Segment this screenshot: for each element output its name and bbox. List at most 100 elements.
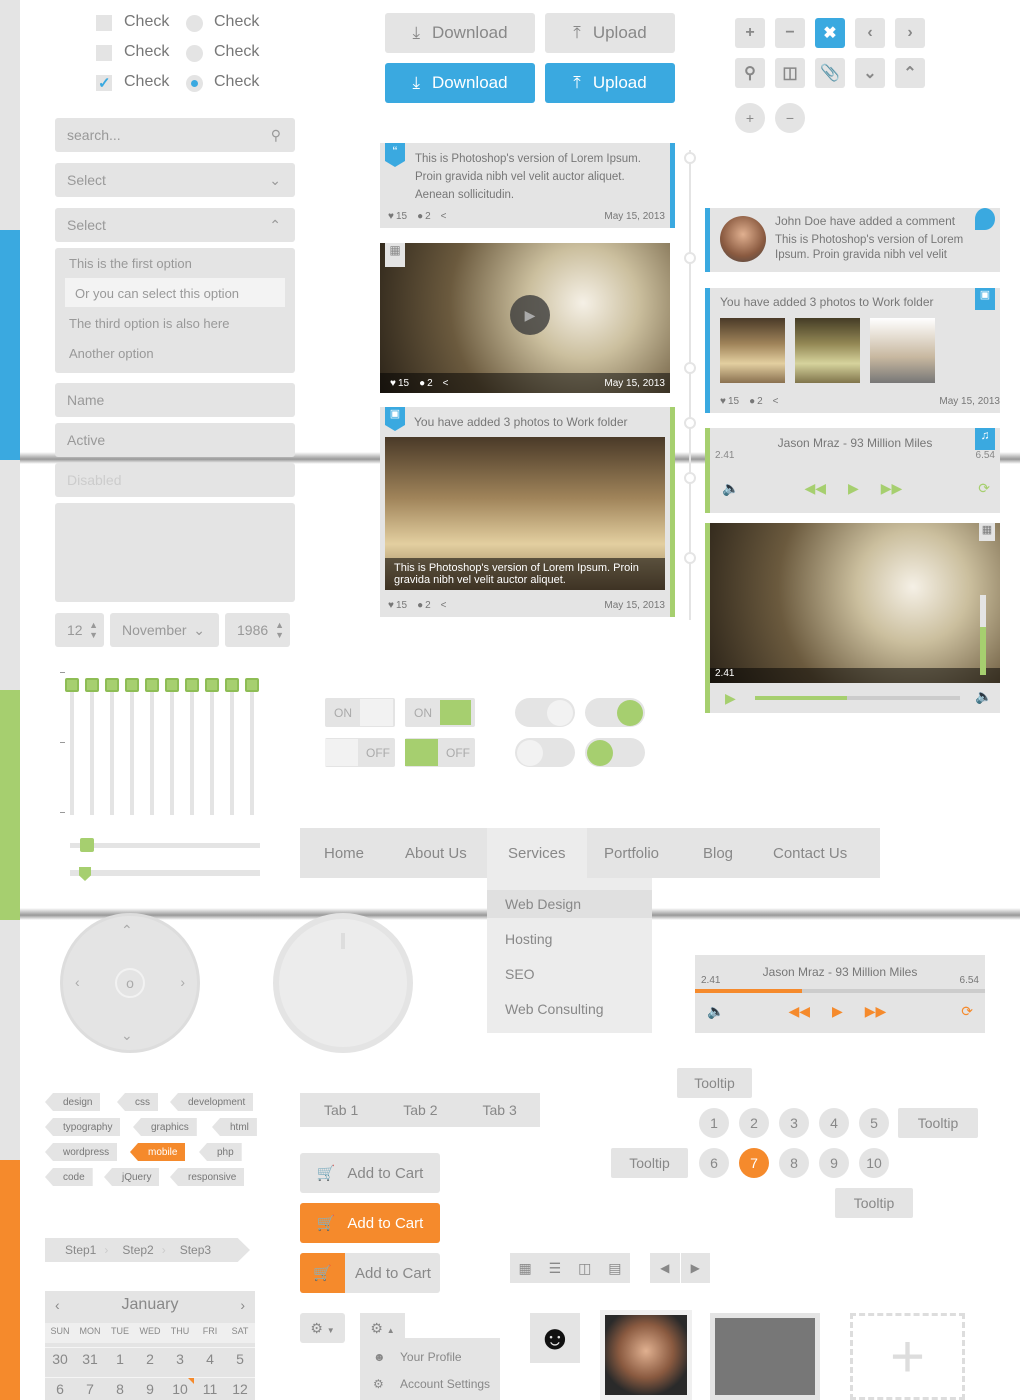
vertical-slider[interactable] [210,680,214,815]
menu-account-settings[interactable]: Account Settings [400,1377,490,1391]
play-icon[interactable]: ▶ [848,480,859,497]
list-view-icon[interactable]: ☰ [549,1260,562,1277]
toggle-on-off[interactable]: ON [325,698,395,727]
volume-icon[interactable]: 🔈 [707,1003,724,1020]
slider-handle[interactable] [145,678,159,692]
search-button[interactable]: ⚲ [735,58,765,88]
minus-button[interactable]: − [775,18,805,48]
play-icon[interactable]: ▶ [725,690,736,707]
slider-handle[interactable] [85,678,99,692]
calendar-day[interactable]: 7 [75,1381,105,1397]
tag[interactable]: wordpress [45,1143,118,1161]
chevron-right-button[interactable]: › [895,18,925,48]
heart-icon[interactable]: ♥ [390,378,396,389]
video-post[interactable]: ▦ ▶ ♥ 15 ● 2 < May 15, 2013 [380,243,670,393]
slider-handle[interactable] [125,678,139,692]
vertical-slider[interactable] [70,680,74,815]
radio-button[interactable] [186,75,203,92]
step-1[interactable]: Step1 [65,1243,96,1257]
tab-2[interactable]: Tab 2 [403,1102,437,1118]
nav-blog[interactable]: Blog [703,845,733,862]
vertical-slider[interactable] [190,680,194,815]
page-button[interactable]: 2 [739,1108,769,1138]
tab-3[interactable]: Tab 3 [483,1102,517,1118]
volume-slider[interactable] [980,595,986,675]
default-avatar-icon[interactable]: ☻ [530,1313,580,1363]
radio-button[interactable] [186,45,203,62]
round-toggle[interactable] [515,698,575,727]
nav-portfolio[interactable]: Portfolio [604,845,659,862]
calendar-day[interactable]: 30 [45,1351,75,1367]
volume-icon[interactable]: 🔈 [722,480,739,497]
vertical-slider[interactable] [230,680,234,815]
heart-icon[interactable]: ♥ [720,396,726,407]
slider-handle[interactable] [105,678,119,692]
checkbox[interactable] [96,45,112,61]
prev-icon[interactable]: ◀ [650,1253,681,1283]
share-icon[interactable]: < [443,378,449,389]
calendar-day[interactable]: 6 [45,1381,75,1397]
comment-icon[interactable]: ● [417,211,423,222]
heart-icon[interactable]: ♥ [388,600,394,611]
radio-button[interactable] [186,15,203,32]
checkbox[interactable]: ✓ [96,75,112,92]
calendar-day[interactable]: 31 [75,1351,105,1367]
nav-services[interactable]: Services [508,845,566,862]
slider-handle[interactable] [225,678,239,692]
next-month-icon[interactable]: › [240,1297,245,1313]
repeat-icon[interactable]: ⟳ [978,480,990,497]
tab-1[interactable]: Tab 1 [324,1102,358,1118]
vertical-slider[interactable] [90,680,94,815]
avatar-placeholder[interactable] [710,1313,820,1400]
upload-avatar-dropzone[interactable]: + [850,1313,965,1400]
page-button[interactable]: 6 [699,1148,729,1178]
avatar[interactable] [720,216,766,262]
comment-icon[interactable]: ● [417,600,423,611]
add-to-cart-button-split[interactable]: 🛒 Add to Cart [300,1253,440,1293]
rewind-icon[interactable]: ◀◀ [788,1003,810,1020]
page-button[interactable]: 3 [779,1108,809,1138]
heart-icon[interactable]: ♥ [388,211,394,222]
slider-handle[interactable] [185,678,199,692]
vertical-slider[interactable] [110,680,114,815]
step-3[interactable]: Step3 [180,1243,211,1257]
slider-handle[interactable] [205,678,219,692]
next-icon[interactable]: ▶ [681,1253,711,1283]
search-input[interactable]: search... ⚲ [55,118,295,152]
calendar-day[interactable]: 4 [195,1351,225,1367]
toggle-on[interactable]: ON [405,698,475,727]
chevron-up-button[interactable]: ⌃ [895,58,925,88]
add-to-cart-button-primary[interactable]: 🛒 Add to Cart [300,1203,440,1243]
rotary-knob[interactable] [273,913,413,1053]
tag[interactable]: responsive [170,1168,245,1186]
columns-view-icon[interactable]: ◫ [578,1260,591,1277]
tag[interactable]: graphics [133,1118,197,1136]
page-button[interactable]: 4 [819,1108,849,1138]
dropdown-item[interactable]: Web Design [505,896,581,912]
page-button[interactable]: 10 [859,1148,889,1178]
calendar-day[interactable]: 12 [225,1381,255,1397]
rewind-icon[interactable]: ◀◀ [804,480,826,497]
share-icon[interactable]: < [441,211,447,222]
paperclip-button[interactable]: 📎 [815,58,845,88]
dpad[interactable]: ⌃ ⌄ ‹ › o [60,913,200,1053]
month-select[interactable]: November ⌄ [110,613,219,647]
gallery-view-icon[interactable]: ▤ [608,1260,621,1277]
arrow-left-icon[interactable]: ‹ [75,974,80,990]
year-stepper[interactable]: 1986 ▲ ▼ [225,613,290,647]
calendar-day[interactable]: 2 [135,1351,165,1367]
textarea[interactable] [55,503,295,602]
chevron-left-button[interactable]: ‹ [855,18,885,48]
share-icon[interactable]: < [441,600,447,611]
volume-icon[interactable]: 🔈 [975,688,992,705]
nav-about[interactable]: About Us [405,845,467,862]
upload-button-primary[interactable]: ⤒ Upload [545,63,675,103]
calendar-day[interactable]: 5 [225,1351,255,1367]
grid-view-icon[interactable]: ▦ [518,1260,531,1277]
page-button[interactable]: 9 [819,1148,849,1178]
slider-handle[interactable] [245,678,259,692]
upload-button[interactable]: ⤒ Upload [545,13,675,53]
forward-icon[interactable]: ▶▶ [881,480,903,497]
center-button[interactable]: o [115,968,145,998]
slider-handle[interactable] [165,678,179,692]
